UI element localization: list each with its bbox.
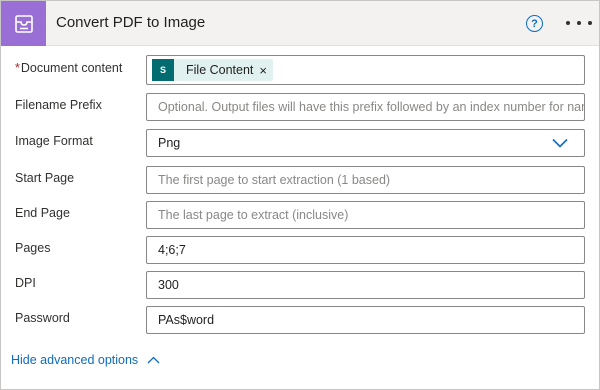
filename-prefix-label: Filename Prefix	[15, 98, 102, 112]
action-card: Convert PDF to Image ? *Document content…	[0, 0, 600, 390]
document-content-field[interactable]: S File Content ×	[146, 55, 585, 85]
card-header[interactable]: Convert PDF to Image ?	[1, 1, 599, 46]
image-format-value: Png	[158, 136, 181, 150]
image-format-select[interactable]: Png	[146, 129, 585, 157]
sharepoint-icon: S	[152, 59, 174, 81]
remove-token-icon[interactable]: ×	[259, 63, 273, 78]
start-page-input[interactable]: The first page to start extraction (1 ba…	[146, 166, 585, 194]
pages-label: Pages	[15, 241, 51, 255]
hide-advanced-options-label: Hide advanced options	[11, 353, 139, 367]
document-content-label-text: Document content	[20, 61, 123, 75]
token-label: File Content	[186, 63, 254, 77]
password-input[interactable]: PAs$word	[146, 306, 585, 334]
required-marker: *	[15, 61, 20, 75]
help-icon[interactable]: ?	[526, 15, 543, 32]
pages-input[interactable]: 4;6;7	[146, 236, 585, 264]
chevron-down-icon[interactable]	[552, 138, 568, 148]
password-label: Password	[15, 311, 70, 325]
hide-advanced-options-link[interactable]: Hide advanced options	[11, 353, 160, 367]
card-title: Convert PDF to Image	[56, 14, 206, 31]
file-content-token[interactable]: S File Content ×	[152, 59, 273, 81]
dpi-input[interactable]: 300	[146, 271, 585, 299]
dpi-label: DPI	[15, 276, 36, 290]
start-page-label: Start Page	[15, 171, 75, 185]
document-content-label: *Document content	[15, 61, 122, 75]
end-page-label: End Page	[15, 206, 70, 220]
end-page-input[interactable]: The last page to extract (inclusive)	[146, 201, 585, 229]
image-format-label: Image Format	[15, 134, 93, 148]
inbox-icon	[1, 1, 46, 46]
filename-prefix-input[interactable]: Optional. Output files will have this pr…	[146, 93, 585, 121]
ellipsis-icon[interactable]	[566, 14, 592, 32]
chevron-up-icon	[147, 356, 160, 364]
